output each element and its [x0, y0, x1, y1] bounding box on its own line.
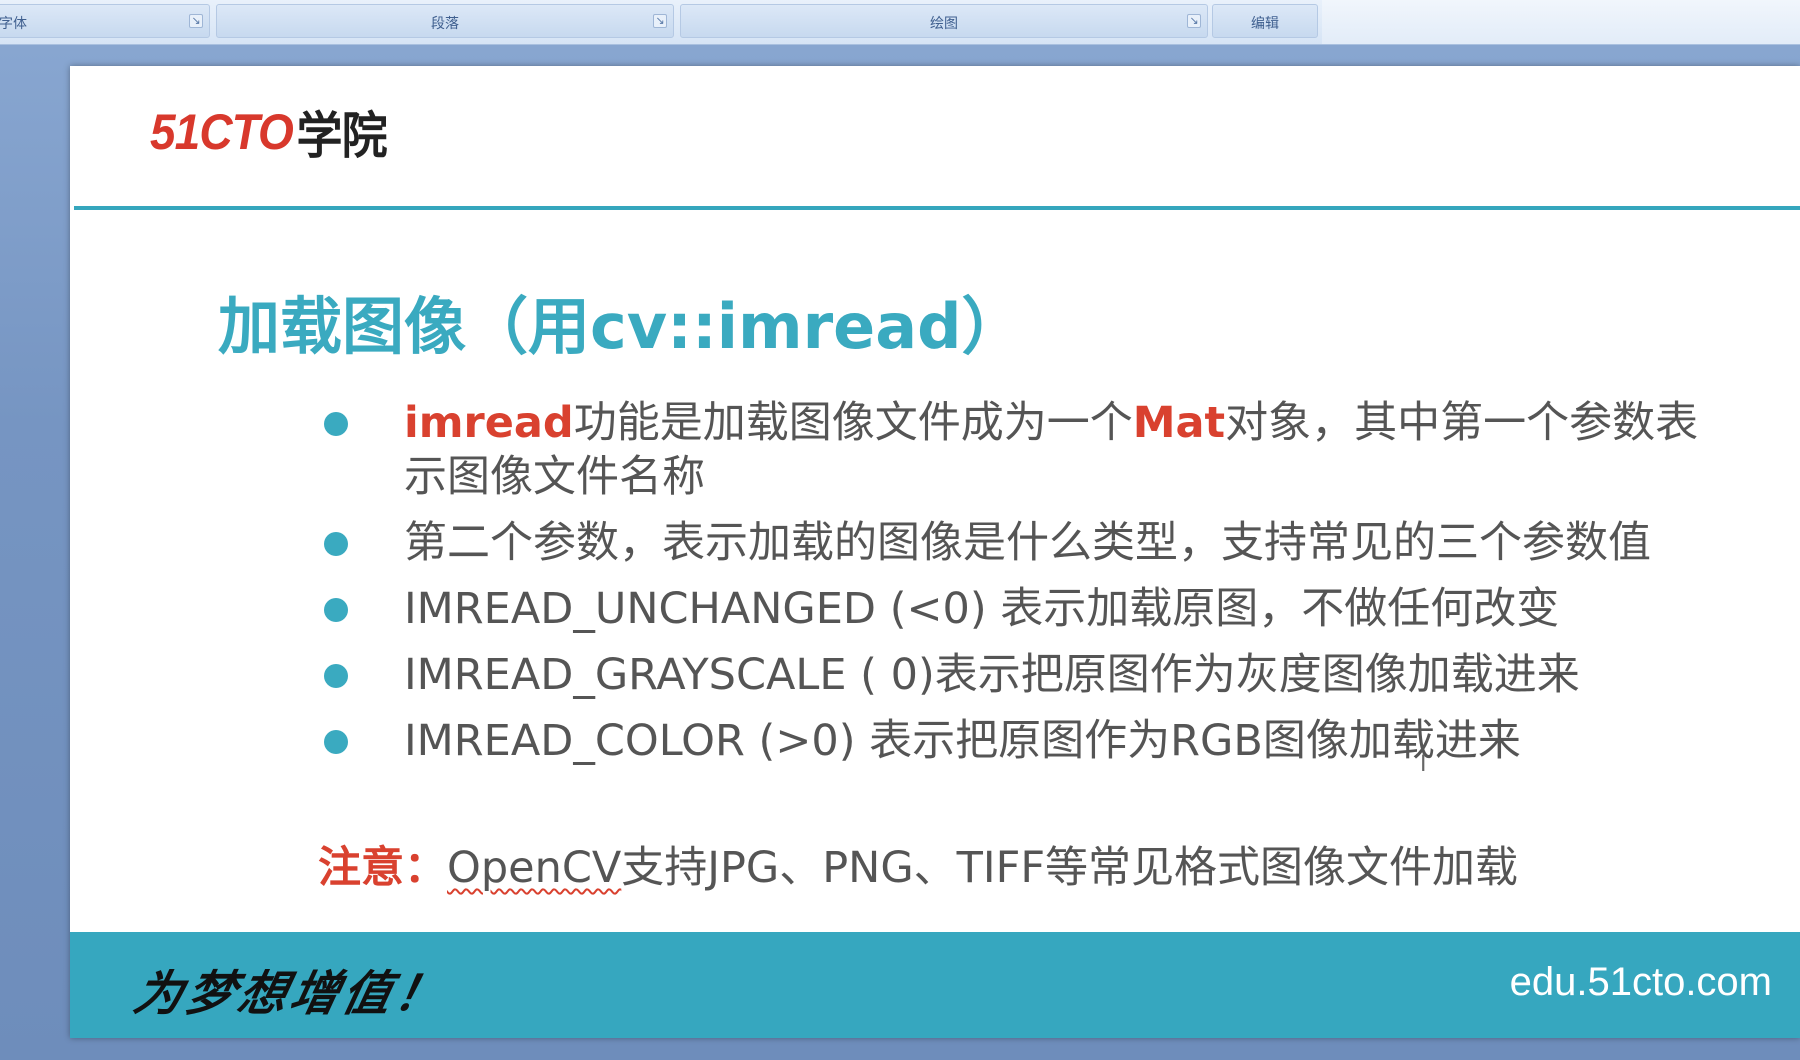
bullet-list[interactable]: imread功能是加载图像文件成为一个Mat对象，其中第一个参数表示图像文件名称…: [318, 396, 1708, 780]
ribbon-group-editing[interactable]: 编辑: [1212, 4, 1318, 38]
text-cursor-icon: I: [1420, 752, 1427, 777]
bullet-dot-icon: [324, 532, 348, 556]
bullet-item[interactable]: IMREAD_COLOR (>0) 表示把原图作为RGB图像加载进来: [318, 714, 1708, 768]
ribbon-bar: 字体 ↘ 段落 ↘ 绘图 ↘ 编辑: [0, 0, 1800, 45]
ribbon-group-label: 段落: [431, 16, 459, 32]
keyword-mat: Mat: [1132, 398, 1226, 448]
bullet-item[interactable]: 第二个参数，表示加载的图像是什么类型，支持常见的三个参数值: [318, 516, 1708, 570]
note-label: 注意：: [318, 843, 447, 893]
bullet-dot-icon: [324, 730, 348, 754]
logo-school-text: 学院: [296, 108, 388, 164]
keyword-imread: imread: [404, 398, 574, 448]
dialog-launcher-icon[interactable]: ↘: [189, 14, 203, 28]
bullet-text: 第二个参数，表示加载的图像是什么类型，支持常见的三个参数值: [404, 518, 1651, 568]
bullet-item[interactable]: IMREAD_GRAYSCALE ( 0)表示把原图作为灰度图像加载进来: [318, 648, 1708, 702]
ribbon-group-paragraph[interactable]: 段落 ↘: [216, 4, 674, 38]
footer-url: edu.51cto.com: [1509, 960, 1772, 1004]
slide-footer: 为梦想增值！ edu.51cto.com: [70, 932, 1800, 1038]
slide-title[interactable]: 加载图像（用cv::imread）: [218, 276, 1023, 366]
footer-slogan: 为梦想增值！: [128, 966, 453, 1022]
bullet-item[interactable]: IMREAD_UNCHANGED (<0) 表示加载原图，不做任何改变: [318, 582, 1708, 636]
logo-brand-text: 51CTO: [150, 104, 294, 160]
ribbon-empty-area: [1322, 0, 1800, 44]
spellcheck-underlined-word: OpenCV: [447, 843, 622, 893]
presentation-window: 字体 ↘ 段落 ↘ 绘图 ↘ 编辑 51CTO 学院 加载图像（用cv::imr…: [0, 0, 1800, 1060]
dialog-launcher-icon[interactable]: ↘: [653, 14, 667, 28]
dialog-launcher-icon[interactable]: ↘: [1187, 14, 1201, 28]
note-line[interactable]: 注意：OpenCV支持JPG、PNG、TIFF等常见格式图像文件加载: [318, 841, 1518, 895]
bullet-dot-icon: [324, 412, 348, 436]
ribbon-group-drawing[interactable]: 绘图 ↘: [680, 4, 1208, 38]
brand-logo: 51CTO 学院: [150, 102, 388, 164]
note-text: 支持JPG、PNG、TIFF等常见格式图像文件加载: [621, 843, 1519, 893]
bullet-text: IMREAD_GRAYSCALE ( 0)表示把原图作为灰度图像加载进来: [404, 650, 1580, 700]
bullet-item[interactable]: imread功能是加载图像文件成为一个Mat对象，其中第一个参数表示图像文件名称: [318, 396, 1708, 504]
header-divider: [74, 206, 1800, 210]
bullet-dot-icon: [324, 664, 348, 688]
bullet-text: IMREAD_COLOR (>0) 表示把原图作为RGB图像加载进来: [404, 716, 1521, 766]
ribbon-group-label: 编辑: [1251, 16, 1279, 32]
bullet-text: 功能是加载图像文件成为一个: [573, 398, 1133, 448]
ribbon-group-label: 绘图: [930, 16, 958, 32]
bullet-text: IMREAD_UNCHANGED (<0) 表示加载原图，不做任何改变: [404, 584, 1560, 634]
ribbon-group-label: 字体: [0, 16, 27, 32]
slide-canvas[interactable]: 51CTO 学院 加载图像（用cv::imread） imread功能是加载图像…: [70, 66, 1800, 1038]
ribbon-group-font[interactable]: 字体 ↘: [0, 4, 210, 38]
bullet-dot-icon: [324, 598, 348, 622]
